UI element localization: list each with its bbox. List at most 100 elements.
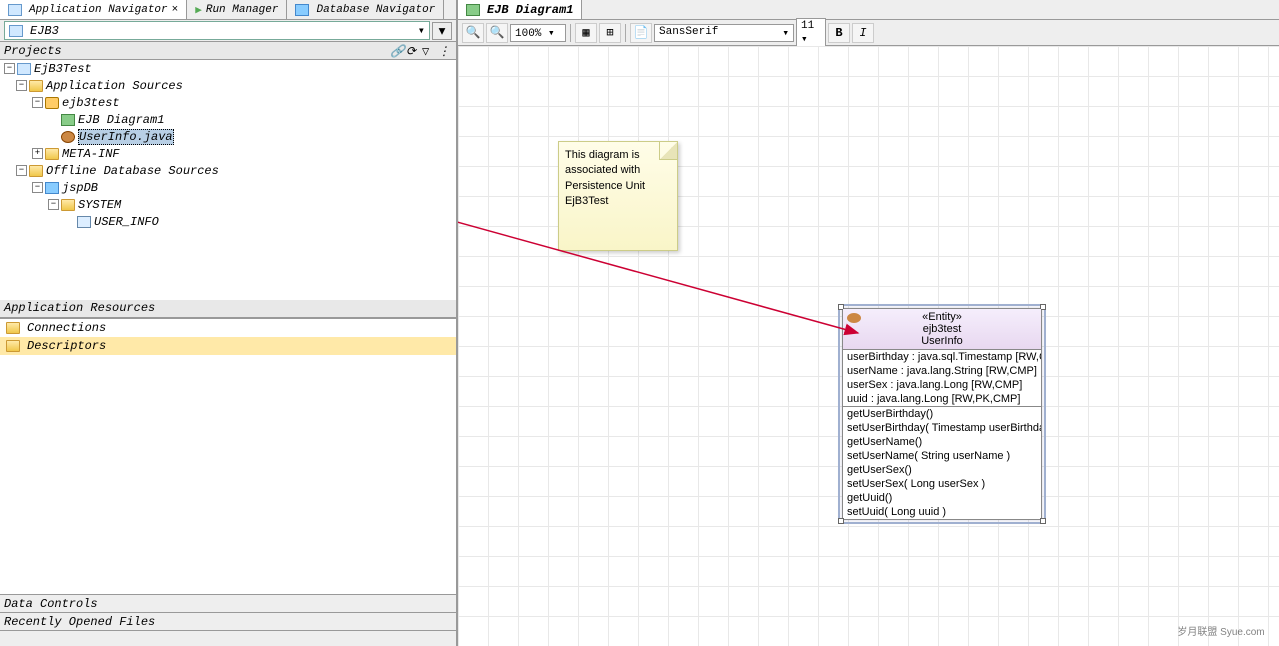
entity-method[interactable]: setUserName( String userName )	[843, 449, 1041, 463]
folder-icon	[29, 80, 43, 92]
new-page-button[interactable]: 📄	[630, 23, 652, 43]
entity-method[interactable]: getUserBirthday()	[843, 407, 1041, 421]
data-controls-header[interactable]: Data Controls	[0, 594, 456, 612]
diagram-canvas[interactable]: This diagram is associated with Persiste…	[458, 46, 1279, 646]
resize-handle[interactable]	[838, 518, 844, 524]
close-icon[interactable]: ×	[172, 4, 179, 16]
entity-userinfo[interactable]: «Entity» ejb3test UserInfo userBirthday …	[842, 308, 1042, 520]
collapse-icon[interactable]: −	[4, 63, 15, 74]
entity-method[interactable]: getUserSex()	[843, 463, 1041, 477]
tree-label: EjB3Test	[34, 62, 92, 76]
folder-icon	[6, 340, 20, 352]
editor-toolbar: 🔍 🔍 100% ▾ ▦ ⊞ 📄 SansSerif▾ 11 ▾ B I	[458, 20, 1279, 46]
zoom-out-button[interactable]: 🔍	[462, 23, 484, 43]
tree-label: Application Sources	[46, 79, 183, 93]
entity-package: ejb3test	[845, 323, 1039, 335]
refresh-icon[interactable]: ⟳	[406, 44, 420, 58]
entity-attr[interactable]: userBirthday : java.sql.Timestamp [RW,CM…	[843, 350, 1041, 364]
tree-system[interactable]: − SYSTEM	[0, 196, 456, 213]
link-icon[interactable]: 🔗	[390, 44, 404, 58]
section-title: Application Resources	[4, 301, 155, 315]
package-icon	[45, 97, 59, 109]
editor-tab-label: EJB Diagram1	[487, 3, 573, 17]
left-sidebar: Application Navigator × ▶ Run Manager Da…	[0, 0, 458, 646]
editor-area: EJB Diagram1 🔍 🔍 100% ▾ ▦ ⊞ 📄 SansSerif▾…	[458, 0, 1279, 646]
tab-run-manager[interactable]: ▶ Run Manager	[187, 0, 287, 19]
font-select[interactable]: SansSerif▾	[654, 24, 794, 42]
tree-diagram[interactable]: EJB Diagram1	[0, 111, 456, 128]
tree-package[interactable]: − ejb3test	[0, 94, 456, 111]
snap-button[interactable]: ⊞	[599, 23, 621, 43]
entity-method[interactable]: getUuid()	[843, 491, 1041, 505]
app-resources-list: Connections Descriptors	[0, 318, 456, 355]
tree-label: EJB Diagram1	[78, 113, 164, 127]
bean-icon	[61, 131, 75, 143]
folder-icon	[45, 148, 59, 160]
tab-app-navigator[interactable]: Application Navigator ×	[0, 0, 187, 19]
collapse-icon[interactable]: −	[32, 182, 43, 193]
tab-label: Run Manager	[206, 4, 279, 16]
tab-label: Database Navigator	[316, 4, 435, 16]
section-title: Projects	[4, 44, 62, 58]
collapse-icon[interactable]: −	[16, 80, 27, 91]
grid-button[interactable]: ▦	[575, 23, 597, 43]
zoom-select[interactable]: 100% ▾	[510, 24, 566, 42]
tree-app-sources[interactable]: − Application Sources	[0, 77, 456, 94]
entity-method[interactable]: setUuid( Long uuid )	[843, 505, 1041, 519]
resize-handle[interactable]	[1040, 518, 1046, 524]
entity-method[interactable]: getUserName()	[843, 435, 1041, 449]
project-selector-bar: EJB3 ▾ ▾	[0, 20, 456, 42]
res-descriptors[interactable]: Descriptors	[0, 337, 456, 355]
project-tree: − EjB3Test − Application Sources − ejb3t…	[0, 60, 456, 300]
tree-label: SYSTEM	[78, 198, 121, 212]
watermark: 岁月联盟 Syue.com	[1171, 578, 1271, 638]
tree-metainf[interactable]: + META-INF	[0, 145, 456, 162]
tree-label: UserInfo.java	[78, 129, 174, 145]
run-icon: ▶	[195, 3, 202, 17]
editor-tab-diagram[interactable]: EJB Diagram1	[458, 0, 582, 19]
folder-icon	[6, 322, 20, 334]
font-size-select[interactable]: 11 ▾	[796, 18, 826, 48]
tree-userinfo-table[interactable]: USER_INFO	[0, 213, 456, 230]
filter-icon[interactable]: ▽	[422, 44, 436, 58]
menu-icon[interactable]: ⋮	[438, 44, 452, 58]
section-title: Recently Opened Files	[4, 615, 155, 629]
collapse-icon[interactable]: −	[32, 97, 43, 108]
bold-button[interactable]: B	[828, 23, 850, 43]
collapse-icon[interactable]: −	[48, 199, 59, 210]
folder-icon	[61, 199, 75, 211]
res-connections[interactable]: Connections	[0, 319, 456, 337]
italic-button[interactable]: I	[852, 23, 874, 43]
project-menu-button[interactable]: ▾	[432, 22, 452, 40]
sticky-note[interactable]: This diagram is associated with Persiste…	[558, 141, 678, 251]
navigator-tabs: Application Navigator × ▶ Run Manager Da…	[0, 0, 456, 20]
entity-method[interactable]: setUserBirthday( Timestamp userBirthday …	[843, 421, 1041, 435]
zoom-in-button[interactable]: 🔍	[486, 23, 508, 43]
project-dropdown[interactable]: EJB3 ▾	[4, 21, 430, 40]
note-text: This diagram is associated with Persiste…	[565, 149, 645, 207]
tree-jspdb[interactable]: − jspDB	[0, 179, 456, 196]
tab-db-navigator[interactable]: Database Navigator	[287, 0, 444, 19]
entity-name: UserInfo	[845, 335, 1039, 347]
tree-offline-db[interactable]: − Offline Database Sources	[0, 162, 456, 179]
entity-method[interactable]: setUserSex( Long userSex )	[843, 477, 1041, 491]
bean-icon	[847, 313, 861, 323]
db-icon	[45, 182, 59, 194]
res-label: Descriptors	[27, 339, 106, 353]
tree-project-root[interactable]: − EjB3Test	[0, 60, 456, 77]
projects-header[interactable]: Projects 🔗 ⟳ ▽ ⋮	[0, 42, 456, 60]
table-icon	[77, 216, 91, 228]
app-resources-header[interactable]: Application Resources	[0, 300, 456, 318]
expand-icon[interactable]: +	[32, 148, 43, 159]
tree-userinfo-java[interactable]: UserInfo.java	[0, 128, 456, 145]
project-name: EJB3	[30, 24, 59, 38]
app-nav-icon	[8, 4, 22, 16]
entity-attr[interactable]: uuid : java.lang.Long [RW,PK,CMP]	[843, 392, 1041, 406]
entity-attr[interactable]: userSex : java.lang.Long [RW,CMP]	[843, 378, 1041, 392]
entity-methods: getUserBirthday() setUserBirthday( Times…	[843, 407, 1041, 519]
entity-attr[interactable]: userName : java.lang.String [RW,CMP]	[843, 364, 1041, 378]
entity-attributes: userBirthday : java.sql.Timestamp [RW,CM…	[843, 350, 1041, 407]
collapse-icon[interactable]: −	[16, 165, 27, 176]
recent-files-header[interactable]: Recently Opened Files	[0, 612, 456, 630]
tree-label: USER_INFO	[94, 215, 159, 229]
